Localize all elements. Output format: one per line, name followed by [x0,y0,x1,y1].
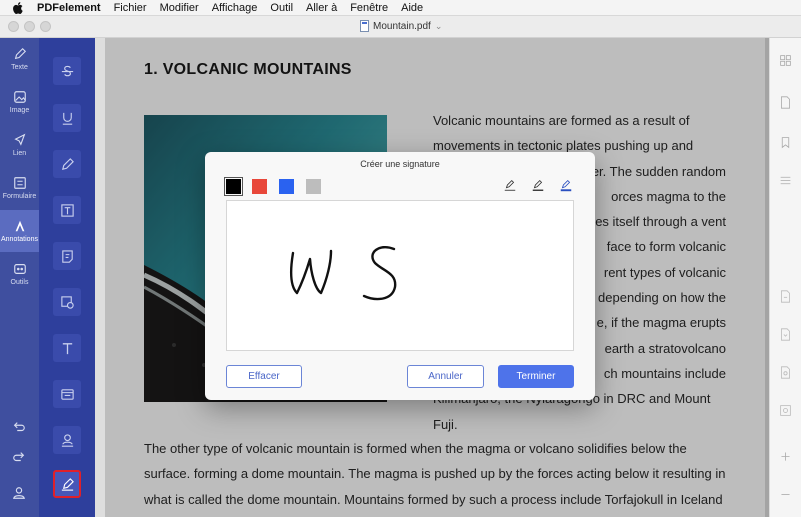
signature-drawing-canvas[interactable] [226,200,574,351]
handwritten-signature [289,246,397,301]
list-icon[interactable] [779,174,792,187]
chevron-down-icon: ⌄ [434,20,443,31]
menu-modifier[interactable]: Modifier [160,0,199,16]
left-navigation: Texte Image Lien Formulaire Annotations … [0,38,39,517]
menu-affichage[interactable]: Affichage [212,0,258,16]
color-swatch-blue[interactable] [279,179,294,194]
export-page-icon[interactable] [779,328,792,341]
user-icon [61,433,73,447]
cancel-button[interactable]: Annuler [407,365,484,388]
nav-label-lien: Lien [12,150,27,157]
note-icon [61,249,73,263]
menu-app-name[interactable]: PDFelement [37,0,101,16]
nav-item-formulaire[interactable]: Formulaire [0,167,39,209]
nav-item-lien[interactable]: Lien [0,124,39,166]
zoom-window-button[interactable] [40,21,51,32]
menu-aller-a[interactable]: Aller à [306,0,337,16]
note-tool[interactable] [53,242,81,270]
user-account-icon[interactable] [12,486,26,500]
nav-label-formulaire: Formulaire [2,193,37,200]
dialog-title: Créer une signature [360,159,440,169]
typewriter-text-icon [62,342,72,354]
bookmark-icon[interactable] [779,136,792,149]
zoom-out-icon[interactable] [779,488,792,501]
shape-icon [60,295,74,309]
menu-fenetre[interactable]: Fenêtre [350,0,388,16]
pen-thick-icon[interactable] [559,178,573,192]
close-window-button[interactable] [8,21,19,32]
text-box-icon [60,203,74,217]
shape-tool[interactable] [53,288,81,316]
menu-outil[interactable]: Outil [270,0,293,16]
undo-icon[interactable] [12,420,26,434]
page-settings-icon[interactable] [779,404,792,417]
title-bar: Mountain.pdf ⌄ [0,16,801,38]
stamp-icon [60,388,74,400]
stamp-tool[interactable] [53,380,81,408]
nav-label-outils: Outils [10,279,29,286]
underline-tool[interactable] [53,104,81,132]
nav-label-image: Image [9,107,30,114]
convert-page-icon[interactable] [779,290,792,303]
finish-button[interactable]: Terminer [498,365,574,388]
user-stamp-tool[interactable] [53,426,81,454]
pen-medium-icon[interactable] [531,178,545,192]
create-signature-dialog: Créer une signature Effacer Annuler Term… [205,152,595,400]
zoom-in-icon[interactable] [779,450,792,463]
document-title-text: Mountain.pdf [373,20,431,32]
color-swatch-black[interactable] [224,177,243,196]
color-swatch-red[interactable] [252,179,267,194]
nav-label-texte: Texte [11,64,28,71]
strikethrough-tool[interactable] [53,57,81,85]
minimize-window-button[interactable] [24,21,35,32]
link-icon [13,133,25,146]
page-icon[interactable] [779,96,792,109]
apple-icon[interactable] [12,1,24,14]
menu-aide[interactable]: Aide [401,0,423,16]
document-title[interactable]: Mountain.pdf ⌄ [360,20,442,32]
tools-icon [13,264,26,274]
pen-thin-icon[interactable] [503,178,517,192]
nav-item-image[interactable]: Image [0,81,39,123]
pencil-icon [61,157,74,170]
menu-bar: PDFelement Fichier Modifier Affichage Ou… [0,0,801,16]
signature-pen-icon [61,477,74,491]
typewriter-tool[interactable] [53,334,81,362]
page-image-icon[interactable] [779,366,792,379]
pencil-tool[interactable] [53,150,81,178]
text-box-tool[interactable] [53,196,81,224]
annotation-toolbar [39,38,95,517]
underline-icon [62,112,72,125]
nav-label-annotations: Annotations [1,236,38,243]
color-swatch-gray[interactable] [306,179,321,194]
signature-tool[interactable] [53,470,81,498]
redo-icon[interactable] [12,450,26,464]
pencil-icon [14,47,26,60]
pdf-file-icon [360,20,369,32]
image-icon [13,91,26,103]
thumbnails-icon[interactable] [779,54,792,67]
nav-item-texte[interactable]: Texte [0,38,39,80]
nav-item-outils[interactable]: Outils [0,253,39,295]
form-icon [13,177,26,189]
annotation-icon [15,220,24,232]
strikethrough-icon [61,65,73,76]
clear-button[interactable]: Effacer [226,365,302,388]
menu-fichier[interactable]: Fichier [114,0,147,16]
nav-item-annotations[interactable]: Annotations [0,210,39,252]
right-sidebar [769,38,801,517]
